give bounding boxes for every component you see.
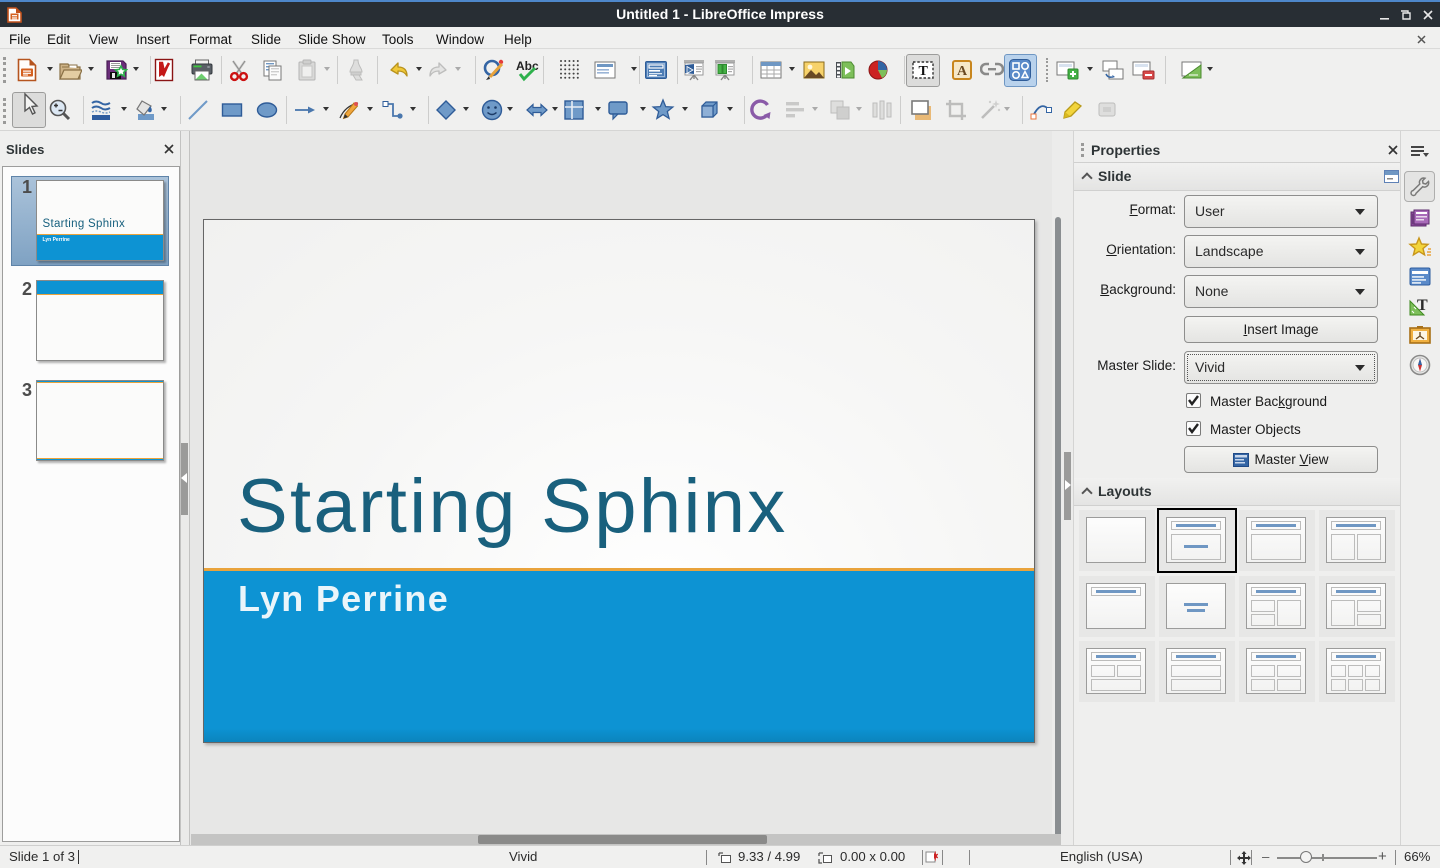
svg-text:T: T [1417, 297, 1428, 314]
svg-text:A: A [957, 64, 968, 79]
svg-text:Abc: Abc [516, 59, 539, 73]
svg-text:T: T [919, 64, 929, 79]
